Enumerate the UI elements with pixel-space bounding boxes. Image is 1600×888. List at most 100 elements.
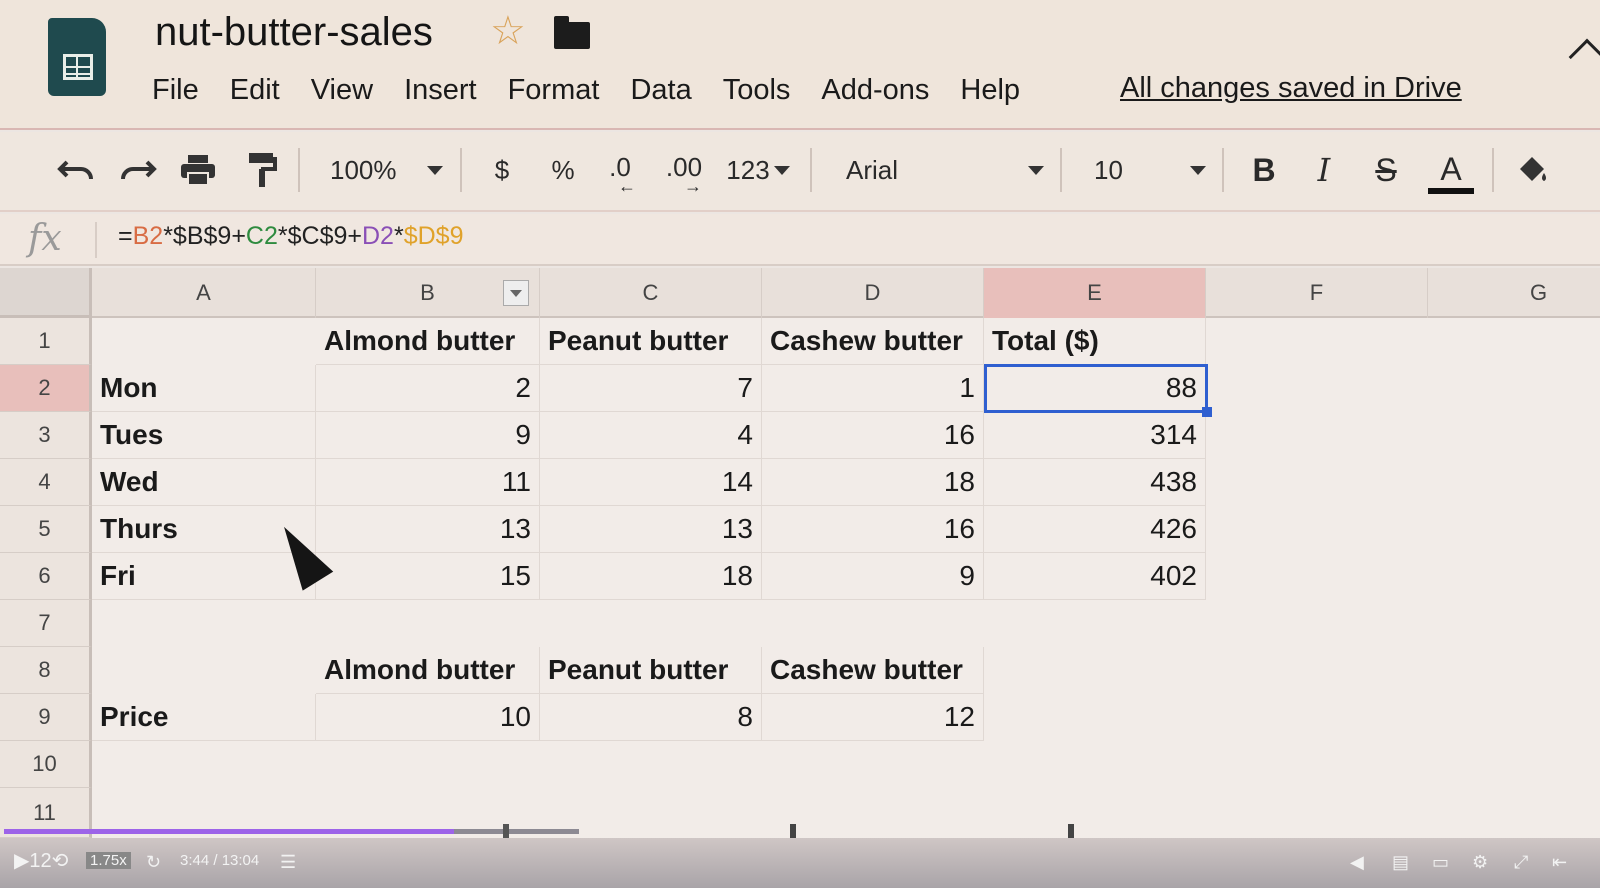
row-header-1[interactable]: 1 — [0, 318, 92, 365]
volume-icon[interactable]: ◀ — [1350, 852, 1364, 873]
cell-b5[interactable]: 13 — [316, 506, 540, 553]
cell-e2[interactable]: 88 — [984, 365, 1206, 412]
row-header-2[interactable]: 2 — [0, 365, 92, 412]
save-status-link[interactable]: All changes saved in Drive — [1120, 72, 1462, 105]
cell-d5[interactable]: 16 — [762, 506, 984, 553]
undo-icon[interactable] — [54, 150, 98, 190]
captions-icon[interactable]: ▭ — [1432, 852, 1449, 873]
menu-tools[interactable]: Tools — [723, 70, 791, 110]
folder-icon[interactable] — [554, 16, 590, 49]
select-all-corner[interactable] — [0, 268, 92, 318]
fill-color-icon[interactable] — [1512, 150, 1552, 190]
cell-c5[interactable]: 13 — [540, 506, 762, 553]
cell-c4[interactable]: 14 — [540, 459, 762, 506]
column-header-a[interactable]: A — [92, 268, 316, 318]
cell-b8[interactable]: Almond butter — [316, 647, 540, 694]
cell-a4[interactable]: Wed — [92, 459, 316, 506]
cell-c2[interactable]: 7 — [540, 365, 762, 412]
cell-b3[interactable]: 9 — [316, 412, 540, 459]
share-icon[interactable]: ⇤ — [1552, 852, 1567, 873]
text-color-button[interactable]: A — [1428, 150, 1474, 194]
row-header-9[interactable]: 9 — [0, 694, 92, 741]
strikethrough-button[interactable]: S — [1370, 150, 1402, 190]
cell-c6[interactable]: 18 — [540, 553, 762, 600]
video-play-label[interactable]: ▶12⟲ — [14, 848, 68, 873]
increase-decimal-button[interactable]: .00 → — [662, 150, 706, 195]
print-icon[interactable] — [176, 150, 220, 190]
font-select[interactable]: Arial — [846, 150, 1044, 190]
cell-d9[interactable]: 12 — [762, 694, 984, 741]
notes-icon[interactable]: ▤ — [1392, 852, 1409, 873]
redo-icon[interactable] — [116, 150, 160, 190]
percent-button[interactable]: % — [548, 150, 578, 190]
menu-insert[interactable]: Insert — [404, 70, 477, 110]
row-header-7[interactable]: 7 — [0, 600, 92, 647]
cell-e4[interactable]: 438 — [984, 459, 1206, 506]
cell-a9[interactable]: Price — [92, 694, 316, 741]
replay-icon[interactable]: ↻ — [146, 852, 161, 873]
column-header-b[interactable]: B — [316, 268, 540, 318]
fullscreen-icon[interactable]: ⤢ — [1514, 852, 1528, 873]
row-header-6[interactable]: 6 — [0, 553, 92, 600]
cell-b9[interactable]: 10 — [316, 694, 540, 741]
column-header-e[interactable]: E — [984, 268, 1206, 318]
cell-c3[interactable]: 4 — [540, 412, 762, 459]
cell-c1[interactable]: Peanut butter — [540, 318, 762, 365]
fill-handle[interactable] — [1202, 407, 1212, 417]
column-header-g[interactable]: G — [1428, 268, 1600, 318]
row-header-4[interactable]: 4 — [0, 459, 92, 506]
star-icon[interactable]: ☆ — [490, 8, 526, 54]
cell-d4[interactable]: 18 — [762, 459, 984, 506]
cell-a3[interactable]: Tues — [92, 412, 316, 459]
cell-d2[interactable]: 1 — [762, 365, 984, 412]
row-header-3[interactable]: 3 — [0, 412, 92, 459]
cell-e1[interactable]: Total ($) — [984, 318, 1206, 365]
video-progress-knob[interactable] — [503, 824, 509, 838]
cell-a6[interactable]: Fri — [92, 553, 316, 600]
settings-gear-icon[interactable]: ⚙ — [1472, 852, 1488, 873]
cell-e3[interactable]: 314 — [984, 412, 1206, 459]
cell-e5[interactable]: 426 — [984, 506, 1206, 553]
decrease-decimal-button[interactable]: .0 ← — [600, 150, 640, 195]
menu-help[interactable]: Help — [960, 70, 1020, 110]
cell-b4[interactable]: 11 — [316, 459, 540, 506]
menu-format[interactable]: Format — [508, 70, 600, 110]
cell-a2[interactable]: Mon — [92, 365, 316, 412]
cell-b1[interactable]: Almond butter — [316, 318, 540, 365]
menu-addons[interactable]: Add-ons — [821, 70, 929, 110]
cell-d6[interactable]: 9 — [762, 553, 984, 600]
bold-button[interactable]: B — [1248, 150, 1280, 190]
cell-d3[interactable]: 16 — [762, 412, 984, 459]
document-title[interactable]: nut-butter-sales — [155, 10, 433, 55]
formula-input[interactable]: =B2*$B$9+C2*$C$9+D2*$D$9 — [118, 222, 463, 251]
more-formats-select[interactable]: 123 — [722, 150, 794, 190]
row-header-8[interactable]: 8 — [0, 647, 92, 694]
font-size-select[interactable]: 10 — [1094, 150, 1206, 190]
menu-file[interactable]: File — [152, 70, 199, 110]
column-header-f[interactable]: F — [1206, 268, 1428, 318]
column-header-c[interactable]: C — [540, 268, 762, 318]
zoom-value: 100% — [330, 154, 397, 185]
zoom-select[interactable]: 100% — [330, 150, 450, 190]
cell-d8[interactable]: Cashew butter — [762, 647, 984, 694]
menu-data[interactable]: Data — [630, 70, 691, 110]
currency-button[interactable]: $ — [488, 150, 516, 190]
collapse-icon[interactable] — [1568, 38, 1600, 76]
transcript-icon[interactable]: ☰ — [280, 852, 296, 873]
menu-edit[interactable]: Edit — [230, 70, 280, 110]
sheets-logo-icon[interactable] — [48, 18, 106, 96]
filter-dropdown-icon[interactable] — [503, 280, 529, 306]
cell-e6[interactable]: 402 — [984, 553, 1206, 600]
menu-view[interactable]: View — [311, 70, 373, 110]
row-header-5[interactable]: 5 — [0, 506, 92, 553]
paint-format-icon[interactable] — [240, 150, 284, 190]
cell-c8[interactable]: Peanut butter — [540, 647, 762, 694]
italic-button[interactable]: I — [1308, 150, 1340, 190]
column-header-d[interactable]: D — [762, 268, 984, 318]
cell-d1[interactable]: Cashew butter — [762, 318, 984, 365]
cell-b2[interactable]: 2 — [316, 365, 540, 412]
cell-b6[interactable]: 15 — [316, 553, 540, 600]
playback-speed[interactable]: 1.75x — [86, 852, 131, 869]
row-header-10[interactable]: 10 — [0, 741, 92, 788]
cell-c9[interactable]: 8 — [540, 694, 762, 741]
